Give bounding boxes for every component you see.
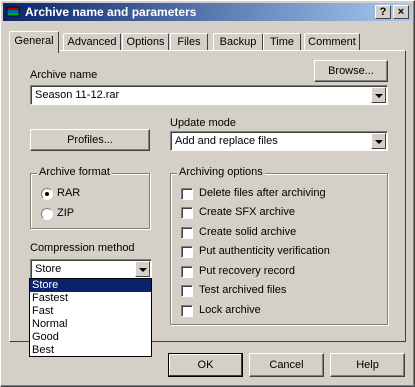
dropdown-option-best[interactable]: Best: [30, 344, 151, 357]
update-mode-label: Update mode: [170, 117, 237, 129]
title-bar[interactable]: Archive name and parameters ? ×: [3, 3, 412, 21]
tab-comment[interactable]: Comment: [304, 33, 360, 51]
compression-method-value: Store: [35, 263, 62, 275]
help-button[interactable]: Help: [330, 353, 405, 377]
dropdown-option-fastest[interactable]: Fastest: [30, 292, 151, 305]
archive-name-label: Archive name: [30, 69, 98, 81]
chevron-down-icon[interactable]: [135, 261, 150, 277]
authenticity-checkbox[interactable]: [181, 246, 193, 258]
tab-files[interactable]: Files: [170, 33, 208, 51]
rar-label[interactable]: RAR: [57, 187, 80, 199]
lock-archive-label[interactable]: Lock archive: [199, 304, 261, 316]
zip-radio[interactable]: [41, 208, 53, 220]
archive-format-group: Archive format RAR ZIP: [30, 166, 150, 229]
archive-name-combo[interactable]: Season 11-12.rar: [30, 85, 388, 105]
cancel-button[interactable]: Cancel: [249, 353, 324, 377]
test-files-label[interactable]: Test archived files: [199, 284, 286, 296]
tab-backup[interactable]: Backup: [213, 33, 263, 51]
chevron-down-icon[interactable]: [371, 133, 386, 149]
compression-method-dropdown: Store Fastest Fast Normal Good Best: [29, 278, 152, 357]
archive-format-title: Archive format: [37, 166, 112, 178]
browse-button[interactable]: Browse...: [314, 60, 388, 82]
delete-files-label[interactable]: Delete files after archiving: [199, 187, 326, 199]
recovery-record-label[interactable]: Put recovery record: [199, 265, 295, 277]
create-sfx-label[interactable]: Create SFX archive: [199, 206, 295, 218]
tab-advanced[interactable]: Advanced: [63, 33, 121, 51]
winrar-books-icon: [6, 6, 20, 17]
dropdown-option-fast[interactable]: Fast: [30, 305, 151, 318]
archiving-options-group: Archiving options Delete files after arc…: [170, 166, 388, 325]
chevron-down-icon[interactable]: [371, 87, 386, 103]
create-solid-label[interactable]: Create solid archive: [199, 226, 296, 238]
rar-radio[interactable]: [41, 188, 53, 200]
compression-method-combo[interactable]: Store: [30, 259, 152, 279]
dropdown-option-good[interactable]: Good: [30, 331, 151, 344]
tab-general[interactable]: General: [9, 31, 59, 53]
create-sfx-checkbox[interactable]: [181, 207, 193, 219]
profiles-button[interactable]: Profiles...: [30, 129, 150, 151]
help-title-button[interactable]: ?: [375, 5, 391, 19]
compression-method-label: Compression method: [30, 242, 135, 254]
tab-time[interactable]: Time: [263, 33, 301, 51]
dropdown-option-store[interactable]: Store: [30, 279, 151, 292]
test-files-checkbox[interactable]: [181, 285, 193, 297]
lock-archive-checkbox[interactable]: [181, 305, 193, 317]
archiving-options-title: Archiving options: [177, 166, 265, 178]
close-button[interactable]: ×: [393, 5, 409, 19]
create-solid-checkbox[interactable]: [181, 227, 193, 239]
window-title: Archive name and parameters: [25, 5, 197, 19]
authenticity-label[interactable]: Put authenticity verification: [199, 245, 330, 257]
zip-label[interactable]: ZIP: [57, 207, 74, 219]
dropdown-option-normal[interactable]: Normal: [30, 318, 151, 331]
archive-name-value: Season 11-12.rar: [35, 89, 120, 101]
ok-button[interactable]: OK: [168, 353, 243, 377]
update-mode-combo[interactable]: Add and replace files: [170, 131, 388, 151]
update-mode-value: Add and replace files: [175, 135, 278, 147]
delete-files-checkbox[interactable]: [181, 188, 193, 200]
tab-options[interactable]: Options: [122, 33, 169, 51]
recovery-record-checkbox[interactable]: [181, 266, 193, 278]
